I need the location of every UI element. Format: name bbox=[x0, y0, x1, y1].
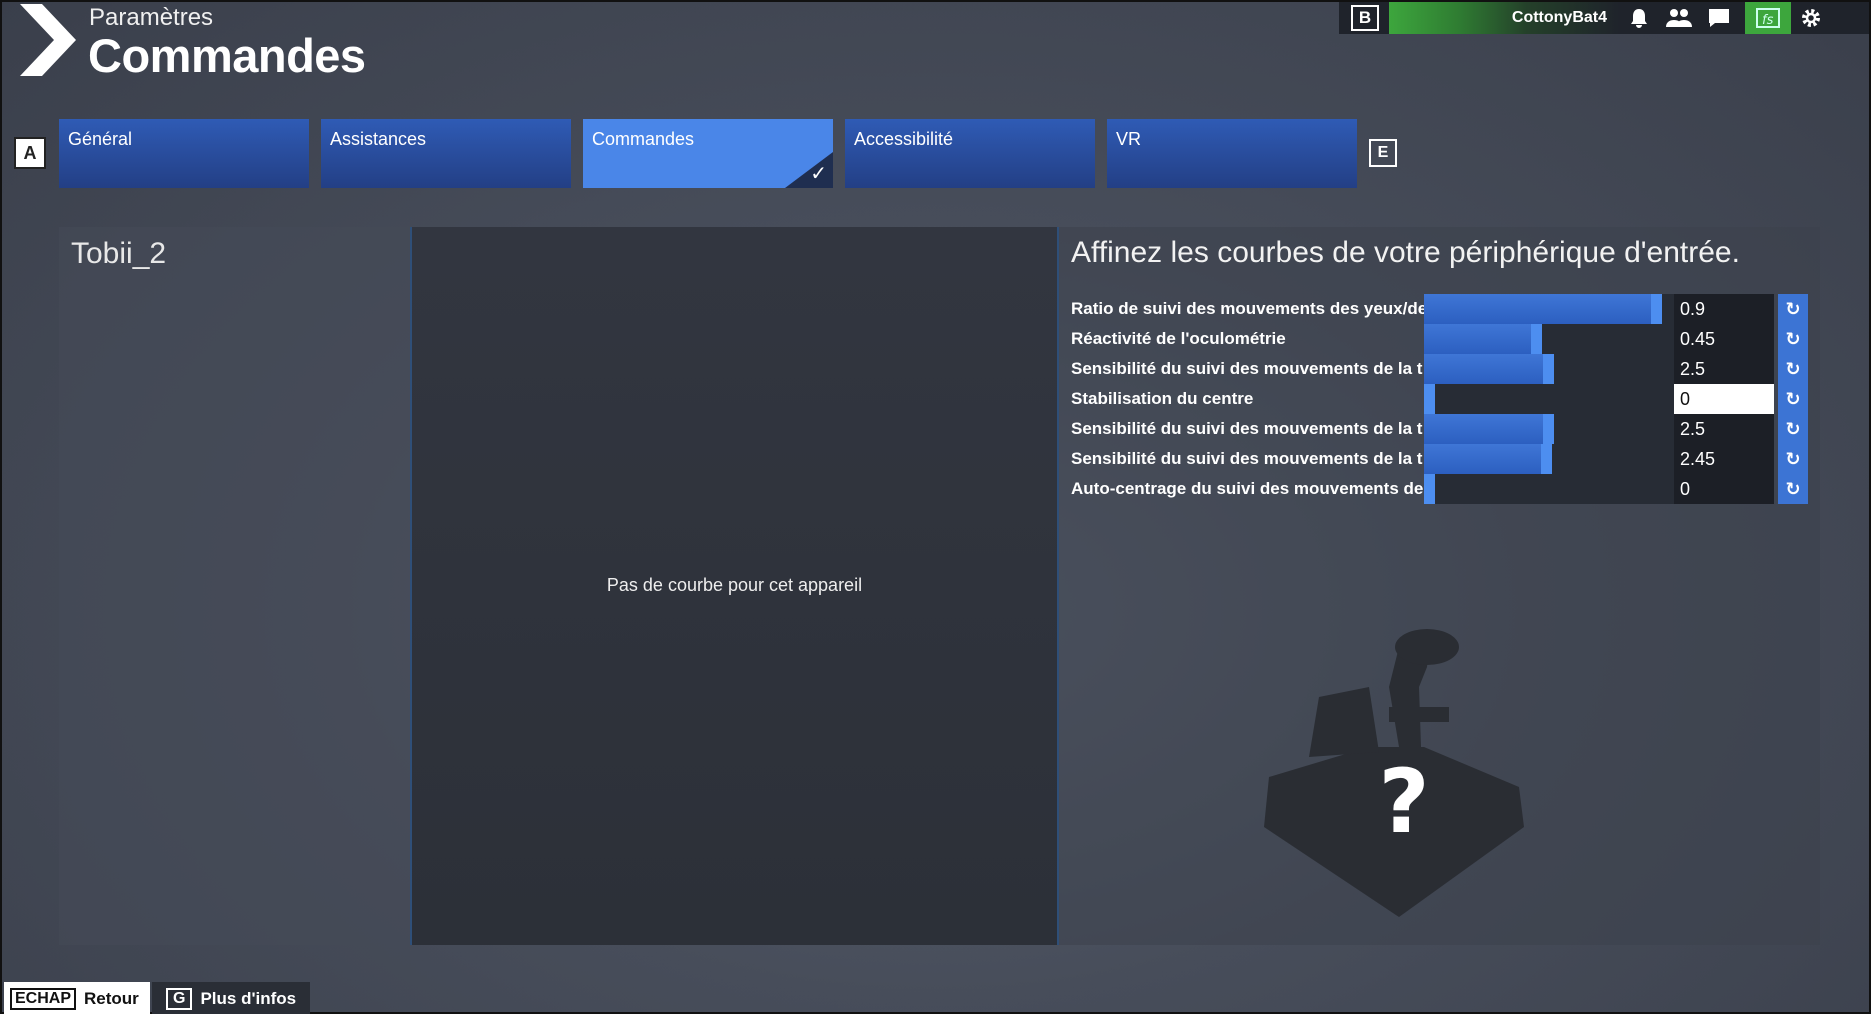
gear-icon[interactable] bbox=[1791, 2, 1831, 34]
tab-label: Commandes bbox=[592, 129, 695, 149]
more-info-label: Plus d'infos bbox=[200, 989, 297, 1008]
tab-label: Accessibilité bbox=[854, 129, 954, 149]
tab-accessibilite[interactable]: Accessibilité bbox=[845, 119, 1095, 188]
setting-slider[interactable] bbox=[1424, 324, 1674, 354]
setting-row: Auto-centrage du suivi des mouvements de… bbox=[1071, 474, 1814, 504]
setting-slider[interactable] bbox=[1424, 444, 1674, 474]
page-title: Commandes bbox=[88, 29, 366, 82]
settings-panel: Affinez les courbes de votre périphériqu… bbox=[1059, 227, 1820, 945]
slider-handle[interactable] bbox=[1424, 474, 1435, 504]
more-info-button[interactable]: G Plus d'infos bbox=[152, 982, 310, 1014]
setting-value-input[interactable]: 0.9 bbox=[1674, 294, 1774, 324]
setting-label: Auto-centrage du suivi des mouvements de bbox=[1071, 479, 1424, 498]
device-name[interactable]: Tobii_2 bbox=[71, 237, 166, 271]
slider-handle[interactable] bbox=[1541, 444, 1552, 474]
back-button[interactable]: ECHAP Retour bbox=[4, 982, 150, 1014]
top-bar: B CottonyBat4 fs bbox=[1339, 2, 1869, 34]
friends-icon[interactable] bbox=[1659, 2, 1699, 34]
slider-handle[interactable] bbox=[1543, 414, 1554, 444]
setting-label: Stabilisation du centre bbox=[1071, 389, 1254, 408]
fs-logo-icon[interactable]: fs bbox=[1745, 2, 1791, 34]
reset-icon[interactable]: ↻ bbox=[1778, 384, 1808, 414]
setting-slider[interactable] bbox=[1424, 294, 1674, 324]
question-mark-icon: ? bbox=[1378, 750, 1429, 853]
setting-label: Réactivité de l'oculométrie bbox=[1071, 329, 1286, 348]
username: CottonyBat4 bbox=[1511, 9, 1607, 26]
slider-handle[interactable] bbox=[1651, 294, 1662, 324]
key-hint-a[interactable]: A bbox=[14, 137, 46, 169]
slider-handle[interactable] bbox=[1424, 384, 1435, 414]
setting-value-input[interactable]: 0 bbox=[1674, 474, 1774, 504]
setting-slider[interactable] bbox=[1424, 384, 1674, 414]
setting-label: Sensibilité du suivi des mouvements de l… bbox=[1071, 359, 1423, 378]
profile-button[interactable]: CottonyBat4 bbox=[1389, 2, 1619, 34]
setting-row: Ratio de suivi des mouvements des yeux/d… bbox=[1071, 294, 1814, 324]
setting-row: Sensibilité du suivi des mouvements de l… bbox=[1071, 444, 1814, 474]
unknown-device-icon: ? bbox=[1264, 629, 1524, 917]
slider-handle[interactable] bbox=[1531, 324, 1542, 354]
key-hint-g: G bbox=[166, 988, 193, 1010]
tab-label: Général bbox=[68, 129, 133, 149]
setting-slider[interactable] bbox=[1424, 414, 1674, 444]
tab-label: Assistances bbox=[330, 129, 427, 149]
setting-value-input[interactable]: 0 bbox=[1674, 384, 1774, 414]
device-list-panel: Tobii_2 bbox=[59, 227, 410, 945]
slider-fill bbox=[1424, 324, 1537, 354]
reset-icon[interactable]: ↻ bbox=[1778, 294, 1808, 324]
setting-value-input[interactable]: 2.5 bbox=[1674, 354, 1774, 384]
setting-row: Réactivité de l'oculométrie 0.45 ↻ bbox=[1071, 324, 1814, 354]
tab-assistances[interactable]: Assistances bbox=[321, 119, 571, 188]
reset-icon[interactable]: ↻ bbox=[1778, 324, 1808, 354]
reset-icon[interactable]: ↻ bbox=[1778, 474, 1808, 504]
tab-vr[interactable]: VR bbox=[1107, 119, 1357, 188]
reset-icon[interactable]: ↻ bbox=[1778, 354, 1808, 384]
slider-fill bbox=[1424, 294, 1657, 324]
slider-fill bbox=[1424, 354, 1549, 384]
setting-row: Stabilisation du centre 0 ↻ bbox=[1071, 384, 1814, 414]
slider-fill bbox=[1424, 444, 1547, 474]
key-hint-e[interactable]: E bbox=[1369, 139, 1397, 167]
setting-slider[interactable] bbox=[1424, 354, 1674, 384]
setting-slider[interactable] bbox=[1424, 474, 1674, 504]
tab-general[interactable]: Général bbox=[59, 119, 309, 188]
setting-label: Sensibilité du suivi des mouvements de l… bbox=[1071, 419, 1423, 438]
tab-commandes[interactable]: Commandes ✓ bbox=[583, 119, 833, 188]
key-hint-b: B bbox=[1351, 5, 1379, 31]
setting-row: Sensibilité du suivi des mouvements de l… bbox=[1071, 354, 1814, 384]
bell-icon[interactable] bbox=[1619, 2, 1659, 34]
curve-panel: Pas de courbe pour cet appareil bbox=[410, 227, 1059, 945]
back-chevron-icon[interactable] bbox=[20, 4, 80, 76]
back-label: Retour bbox=[84, 989, 139, 1008]
chat-icon[interactable] bbox=[1699, 2, 1739, 34]
settings-title: Affinez les courbes de votre périphériqu… bbox=[1071, 236, 1740, 269]
slider-handle[interactable] bbox=[1543, 354, 1554, 384]
svg-text:fs: fs bbox=[1762, 13, 1774, 28]
key-hint-echap: ECHAP bbox=[10, 988, 77, 1010]
reset-icon[interactable]: ↻ bbox=[1778, 444, 1808, 474]
tab-label: VR bbox=[1116, 129, 1142, 149]
setting-value-input[interactable]: 2.5 bbox=[1674, 414, 1774, 444]
setting-value-input[interactable]: 0.45 bbox=[1674, 324, 1774, 354]
setting-label: Ratio de suivi des mouvements des yeux/d… bbox=[1071, 299, 1424, 318]
setting-label: Sensibilité du suivi des mouvements de l… bbox=[1071, 449, 1423, 468]
setting-row: Sensibilité du suivi des mouvements de l… bbox=[1071, 414, 1814, 444]
no-curve-message: Pas de courbe pour cet appareil bbox=[606, 575, 863, 595]
checkmark-icon: ✓ bbox=[810, 163, 827, 185]
setting-value-input[interactable]: 2.45 bbox=[1674, 444, 1774, 474]
slider-fill bbox=[1424, 414, 1549, 444]
reset-icon[interactable]: ↻ bbox=[1778, 414, 1808, 444]
